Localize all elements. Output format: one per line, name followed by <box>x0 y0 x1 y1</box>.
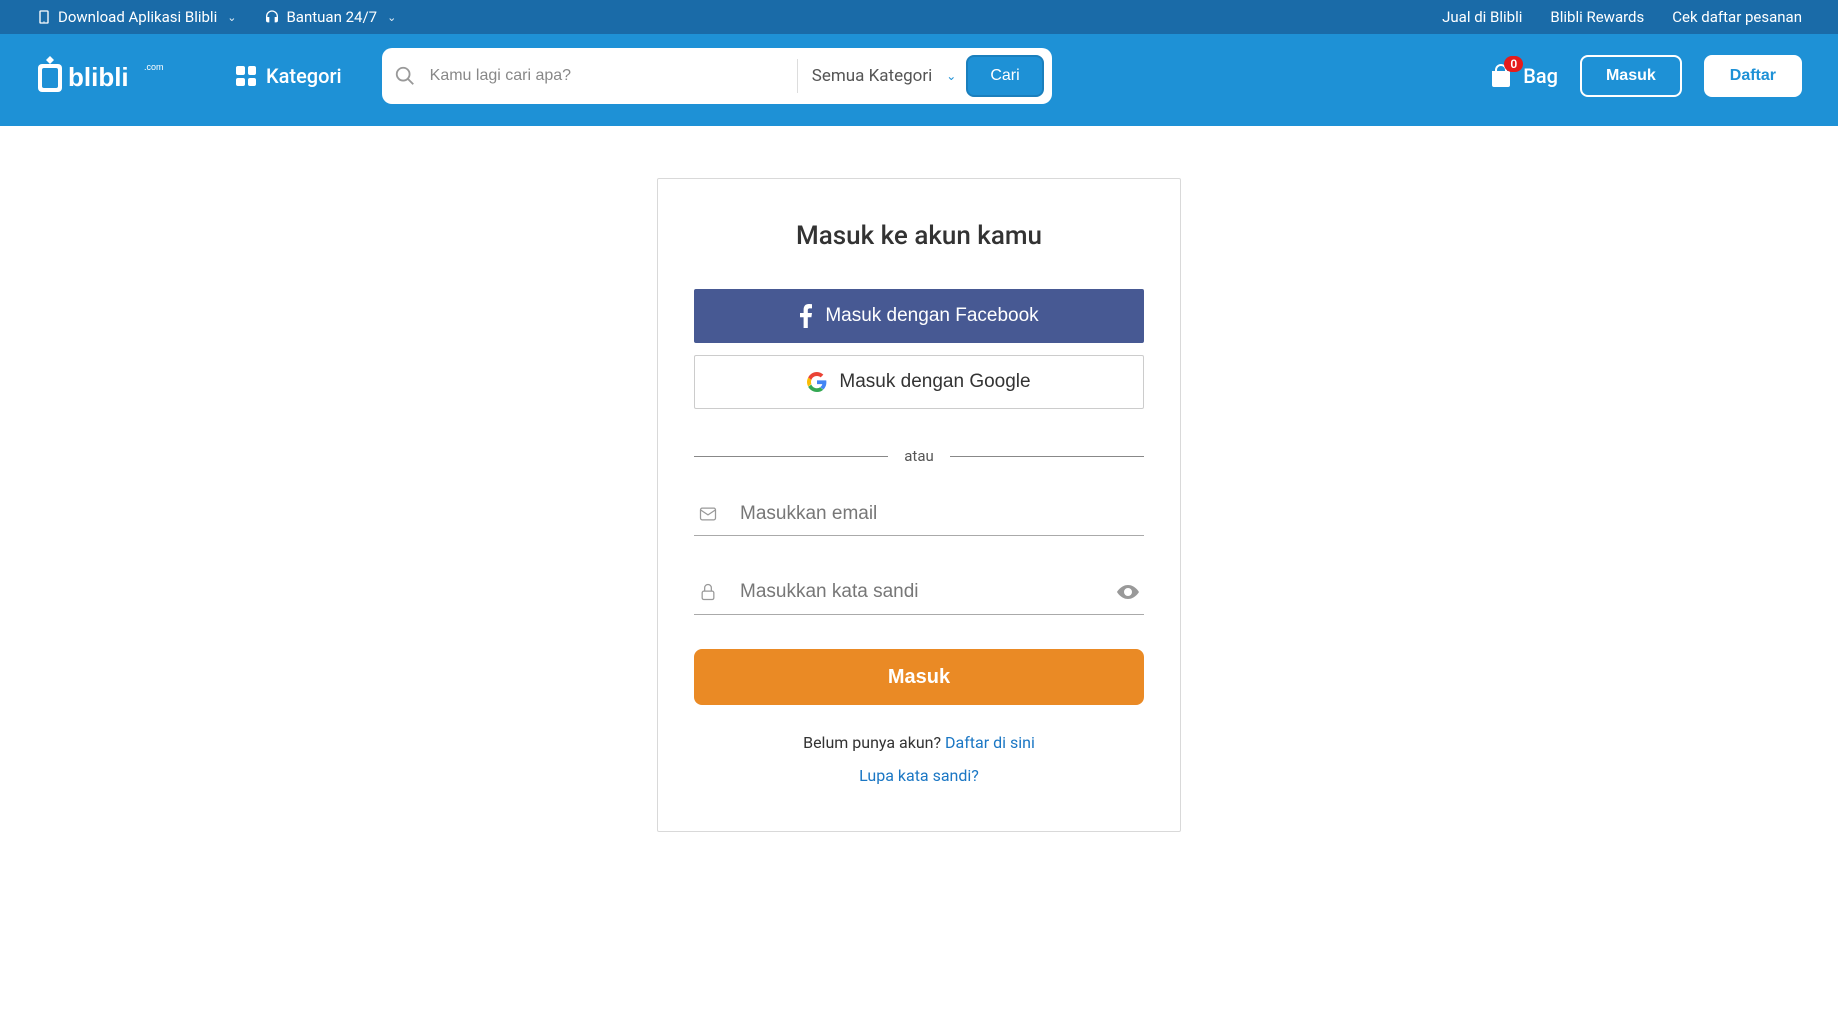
register-here-link[interactable]: Daftar di sini <box>945 733 1035 752</box>
bag-count-badge: 0 <box>1504 56 1523 72</box>
logo[interactable]: blibli .com <box>36 56 196 96</box>
track-order-link[interactable]: Cek daftar pesanan <box>1672 8 1802 26</box>
forgot-password-link[interactable]: Lupa kata sandi? <box>859 766 979 785</box>
top-utility-bar: Download Aplikasi Blibli ⌄ Bantuan 24/7 … <box>0 0 1838 34</box>
register-prompt: Belum punya akun? Daftar di sini <box>694 733 1144 752</box>
google-icon <box>807 372 827 392</box>
chevron-down-icon: ⌄ <box>387 11 396 24</box>
lock-icon <box>698 582 718 602</box>
bag-icon: 0 <box>1489 64 1513 88</box>
svg-text:.com: .com <box>144 62 164 72</box>
search-button[interactable]: Cari <box>966 55 1043 97</box>
email-input[interactable] <box>740 503 1140 525</box>
rewards-link[interactable]: Blibli Rewards <box>1550 8 1644 26</box>
divider-label: atau <box>904 447 934 465</box>
search-icon <box>394 65 416 87</box>
search-bar: Semua Kategori ⌄ Cari <box>382 48 1052 104</box>
page-content: Masuk ke akun kamu Masuk dengan Facebook… <box>0 126 1838 872</box>
facebook-login-button[interactable]: Masuk dengan Facebook <box>694 289 1144 343</box>
login-title: Masuk ke akun kamu <box>694 221 1144 251</box>
submit-login-button[interactable]: Masuk <box>694 649 1144 705</box>
category-menu[interactable]: Kategori <box>236 64 342 88</box>
google-login-label: Masuk dengan Google <box>839 371 1030 393</box>
divider-row: atau <box>694 447 1144 465</box>
password-field-row <box>694 570 1144 615</box>
download-app-label: Download Aplikasi Blibli <box>58 8 217 26</box>
blibli-logo-icon: blibli .com <box>36 56 196 96</box>
mail-icon <box>698 504 718 524</box>
main-nav: blibli .com Kategori Semua Kategori ⌄ Ca… <box>0 34 1838 126</box>
download-app-link[interactable]: Download Aplikasi Blibli ⌄ <box>36 8 236 26</box>
register-button[interactable]: Daftar <box>1704 55 1802 97</box>
chevron-down-icon: ⌄ <box>227 11 236 24</box>
search-category-label: Semua Kategori <box>812 66 932 86</box>
chevron-down-icon: ⌄ <box>946 69 956 83</box>
login-card: Masuk ke akun kamu Masuk dengan Facebook… <box>657 178 1181 832</box>
help-link[interactable]: Bantuan 24/7 ⌄ <box>264 8 396 26</box>
password-input[interactable] <box>740 581 1094 603</box>
search-input[interactable] <box>430 67 783 85</box>
headphones-icon <box>264 9 280 25</box>
bag-label: Bag <box>1523 64 1558 88</box>
email-field-row <box>694 493 1144 536</box>
category-label: Kategori <box>266 64 342 88</box>
search-category-select[interactable]: Semua Kategori ⌄ <box>812 66 967 86</box>
google-login-button[interactable]: Masuk dengan Google <box>694 355 1144 409</box>
grid-icon <box>236 66 256 86</box>
sell-link[interactable]: Jual di Blibli <box>1442 8 1522 26</box>
bag-link[interactable]: 0 Bag <box>1489 64 1558 88</box>
facebook-icon <box>799 304 813 328</box>
eye-icon[interactable] <box>1116 580 1140 604</box>
divider <box>797 59 798 93</box>
phone-icon <box>36 9 52 25</box>
help-label: Bantuan 24/7 <box>286 8 377 26</box>
login-button[interactable]: Masuk <box>1580 55 1682 97</box>
svg-text:blibli: blibli <box>68 62 129 92</box>
facebook-login-label: Masuk dengan Facebook <box>825 305 1038 327</box>
